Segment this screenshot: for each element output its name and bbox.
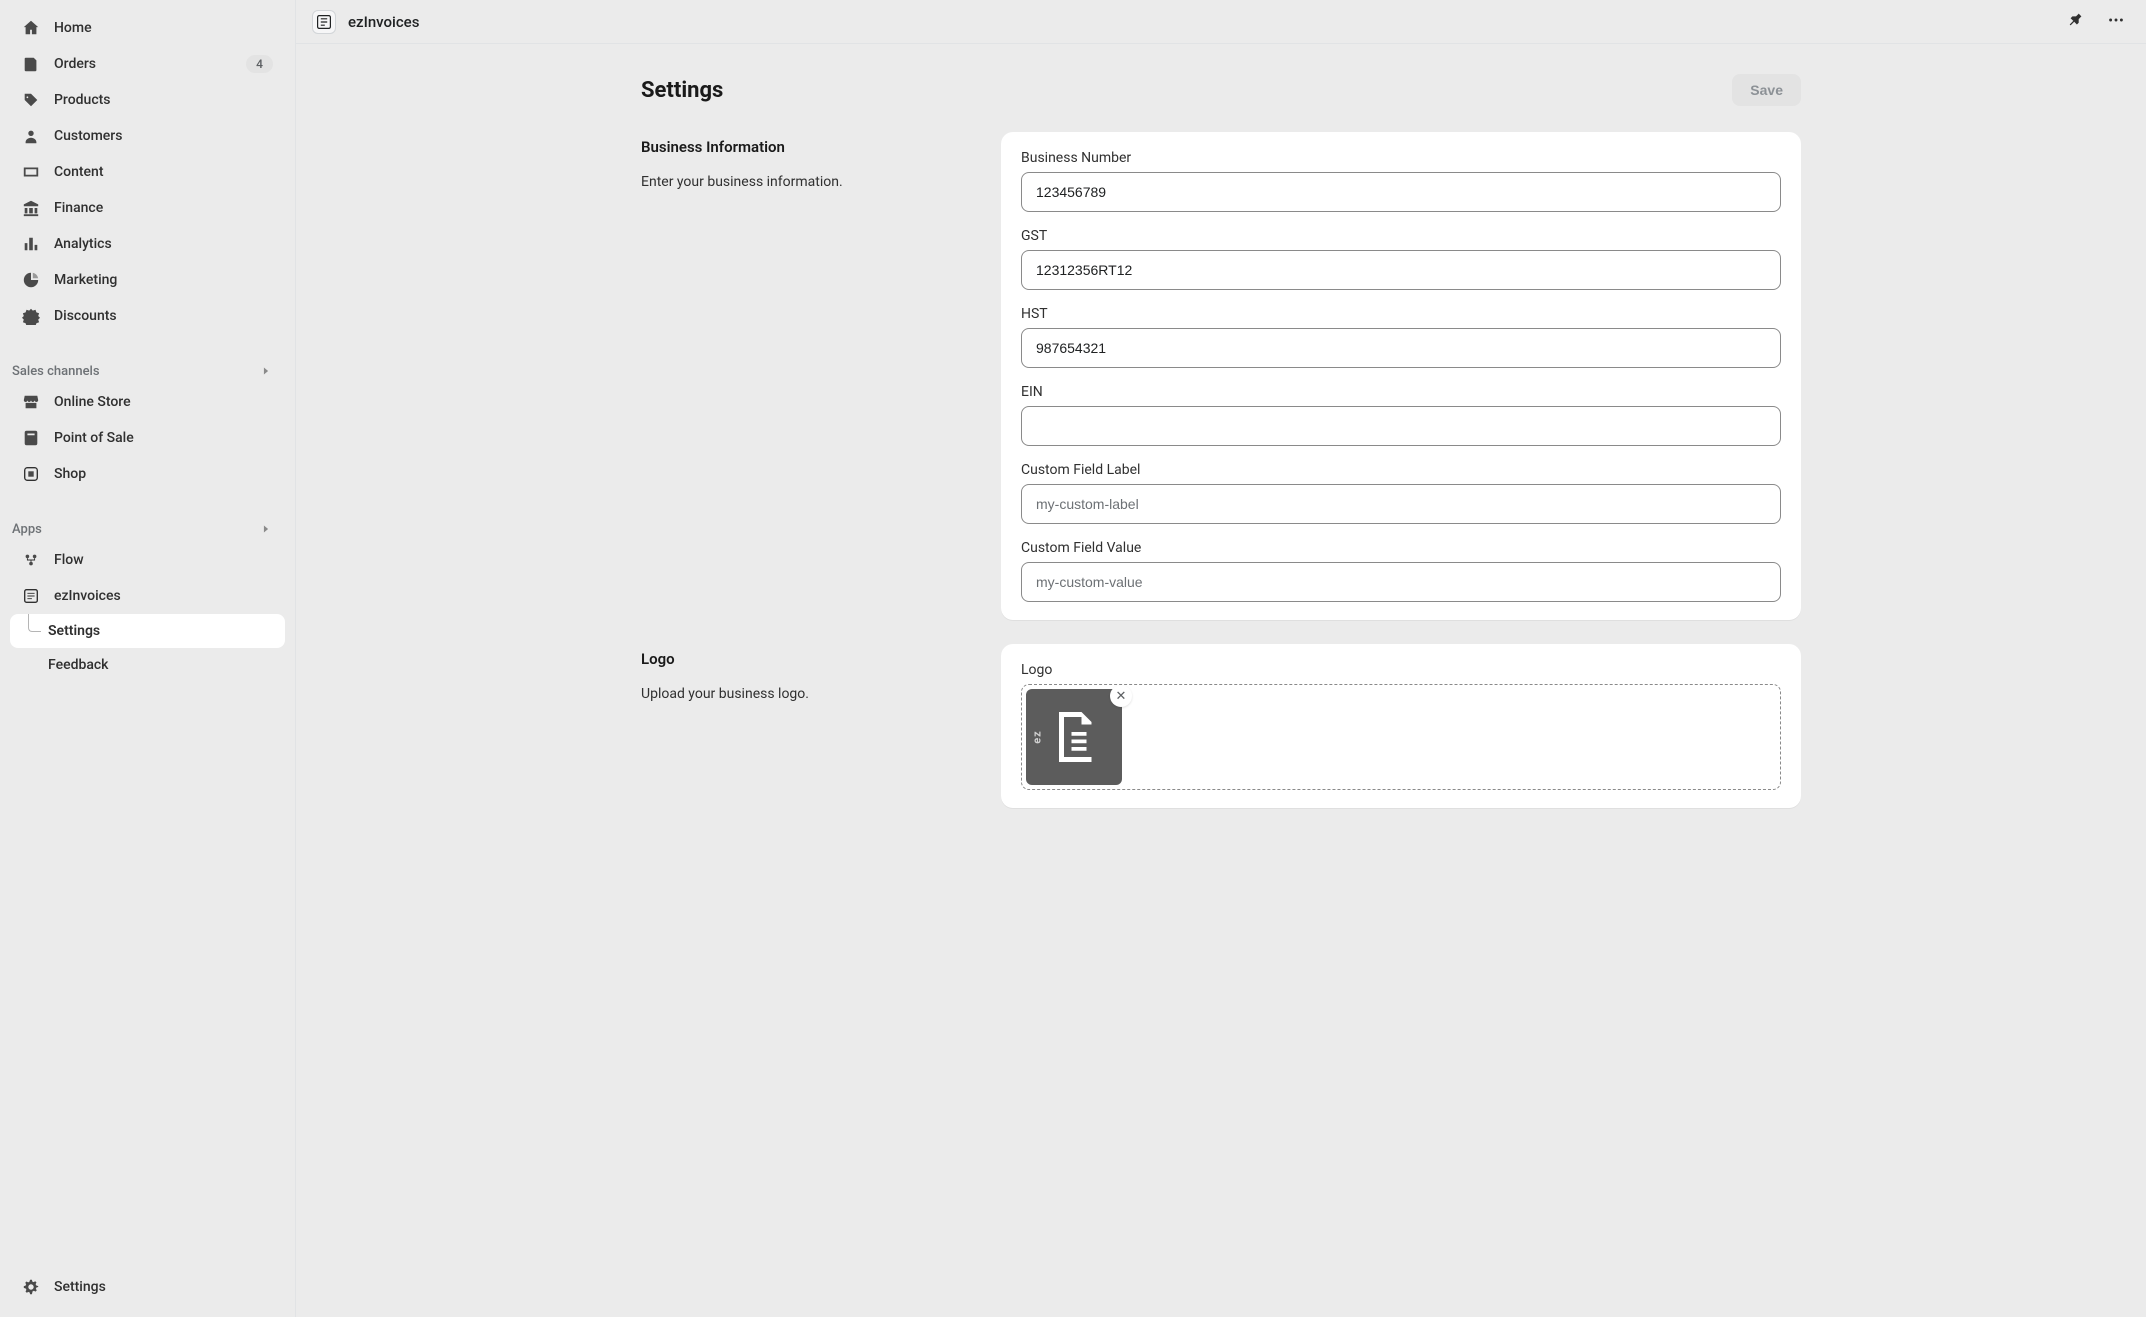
shop-icon bbox=[22, 465, 40, 483]
nav-label: Discounts bbox=[54, 308, 273, 324]
nav-orders[interactable]: Orders 4 bbox=[10, 46, 285, 82]
nav-label: Settings bbox=[54, 1279, 273, 1295]
ezinvoices-icon bbox=[22, 587, 40, 605]
section-sales-channels[interactable]: Sales channels bbox=[10, 358, 285, 384]
content-icon bbox=[22, 163, 40, 181]
label-logo: Logo bbox=[1021, 662, 1781, 678]
section-logo: Logo Upload your business logo. Logo ez … bbox=[641, 644, 1801, 808]
nav-label: Customers bbox=[54, 128, 273, 144]
close-icon: ✕ bbox=[1116, 690, 1127, 703]
nav-label: Orders bbox=[54, 56, 232, 72]
nav-pos[interactable]: Point of Sale bbox=[10, 420, 285, 456]
nav-label: Settings bbox=[48, 623, 100, 639]
section-apps[interactable]: Apps bbox=[10, 516, 285, 542]
pin-button[interactable] bbox=[2062, 8, 2090, 36]
nav-label: ezInvoices bbox=[54, 588, 273, 604]
input-business-number[interactable] bbox=[1021, 172, 1781, 212]
flow-icon bbox=[22, 551, 40, 569]
sidebar: Home Orders 4 Products Customers Content bbox=[0, 0, 296, 1317]
label-ein: EIN bbox=[1021, 384, 1781, 400]
nav-settings[interactable]: Settings bbox=[10, 1269, 285, 1305]
more-button[interactable] bbox=[2102, 8, 2130, 36]
nav-finance[interactable]: Finance bbox=[10, 190, 285, 226]
home-icon bbox=[22, 19, 40, 37]
document-icon bbox=[1044, 707, 1104, 767]
label-custom-field-value: Custom Field Value bbox=[1021, 540, 1781, 556]
nav-home[interactable]: Home bbox=[10, 10, 285, 46]
section-desc: Upload your business logo. bbox=[641, 686, 981, 702]
nav-label: Finance bbox=[54, 200, 273, 216]
store-icon bbox=[22, 393, 40, 411]
input-hst[interactable] bbox=[1021, 328, 1781, 368]
nav-label: Home bbox=[54, 20, 273, 36]
nav-label: Marketing bbox=[54, 272, 273, 288]
nav-label: Shop bbox=[54, 466, 273, 482]
input-custom-field-label[interactable] bbox=[1021, 484, 1781, 524]
input-custom-field-value[interactable] bbox=[1021, 562, 1781, 602]
nav-analytics[interactable]: Analytics bbox=[10, 226, 285, 262]
label-gst: GST bbox=[1021, 228, 1781, 244]
orders-icon bbox=[22, 55, 40, 73]
finance-icon bbox=[22, 199, 40, 217]
nav-flow[interactable]: Flow bbox=[10, 542, 285, 578]
label-custom-field-label: Custom Field Label bbox=[1021, 462, 1781, 478]
nav-label: Feedback bbox=[48, 657, 108, 673]
discounts-icon bbox=[22, 307, 40, 325]
analytics-icon bbox=[22, 235, 40, 253]
input-ein[interactable] bbox=[1021, 406, 1781, 446]
nav-label: Flow bbox=[54, 552, 273, 568]
chevron-right-icon bbox=[259, 364, 273, 378]
save-button[interactable]: Save bbox=[1732, 74, 1801, 106]
marketing-icon bbox=[22, 271, 40, 289]
nav-online-store[interactable]: Online Store bbox=[10, 384, 285, 420]
nav-ezinvoices-feedback[interactable]: Feedback bbox=[10, 648, 285, 682]
remove-logo-button[interactable]: ✕ bbox=[1110, 685, 1132, 707]
chevron-right-icon bbox=[259, 522, 273, 536]
products-icon bbox=[22, 91, 40, 109]
nav-discounts[interactable]: Discounts bbox=[10, 298, 285, 334]
pin-icon bbox=[2067, 11, 2085, 33]
nav-ezinvoices[interactable]: ezInvoices bbox=[10, 578, 285, 614]
pos-icon bbox=[22, 429, 40, 447]
gear-icon bbox=[22, 1278, 40, 1296]
nav-label: Online Store bbox=[54, 394, 273, 410]
nav-badge: 4 bbox=[246, 55, 273, 73]
business-info-card: Business Number GST HST EIN bbox=[1001, 132, 1801, 620]
nav-label: Point of Sale bbox=[54, 430, 273, 446]
app-title: ezInvoices bbox=[348, 13, 419, 31]
customers-icon bbox=[22, 127, 40, 145]
nav-label: Analytics bbox=[54, 236, 273, 252]
page-title: Settings bbox=[641, 78, 723, 103]
page-header: Settings Save bbox=[641, 74, 1801, 106]
nav-ezinvoices-settings[interactable]: Settings bbox=[10, 614, 285, 648]
nav-marketing[interactable]: Marketing bbox=[10, 262, 285, 298]
input-gst[interactable] bbox=[1021, 250, 1781, 290]
more-icon bbox=[2107, 11, 2125, 33]
topbar: ezInvoices bbox=[296, 0, 2146, 44]
nav-content[interactable]: Content bbox=[10, 154, 285, 190]
label-hst: HST bbox=[1021, 306, 1781, 322]
nav-customers[interactable]: Customers bbox=[10, 118, 285, 154]
section-label: Apps bbox=[12, 522, 42, 537]
nav-shop[interactable]: Shop bbox=[10, 456, 285, 492]
app-icon bbox=[312, 10, 336, 34]
logo-dropzone[interactable]: ez ✕ bbox=[1021, 684, 1781, 790]
nav-products[interactable]: Products bbox=[10, 82, 285, 118]
logo-thumbnail: ez ✕ bbox=[1026, 689, 1122, 785]
logo-text: ez bbox=[1030, 730, 1043, 744]
section-business-info: Business Information Enter your business… bbox=[641, 132, 1801, 620]
section-label: Sales channels bbox=[12, 364, 100, 379]
section-title: Business Information bbox=[641, 138, 981, 156]
logo-card: Logo ez ✕ bbox=[1001, 644, 1801, 808]
section-title: Logo bbox=[641, 650, 981, 668]
label-business-number: Business Number bbox=[1021, 150, 1781, 166]
nav-label: Content bbox=[54, 164, 273, 180]
nav-label: Products bbox=[54, 92, 273, 108]
section-desc: Enter your business information. bbox=[641, 174, 981, 190]
